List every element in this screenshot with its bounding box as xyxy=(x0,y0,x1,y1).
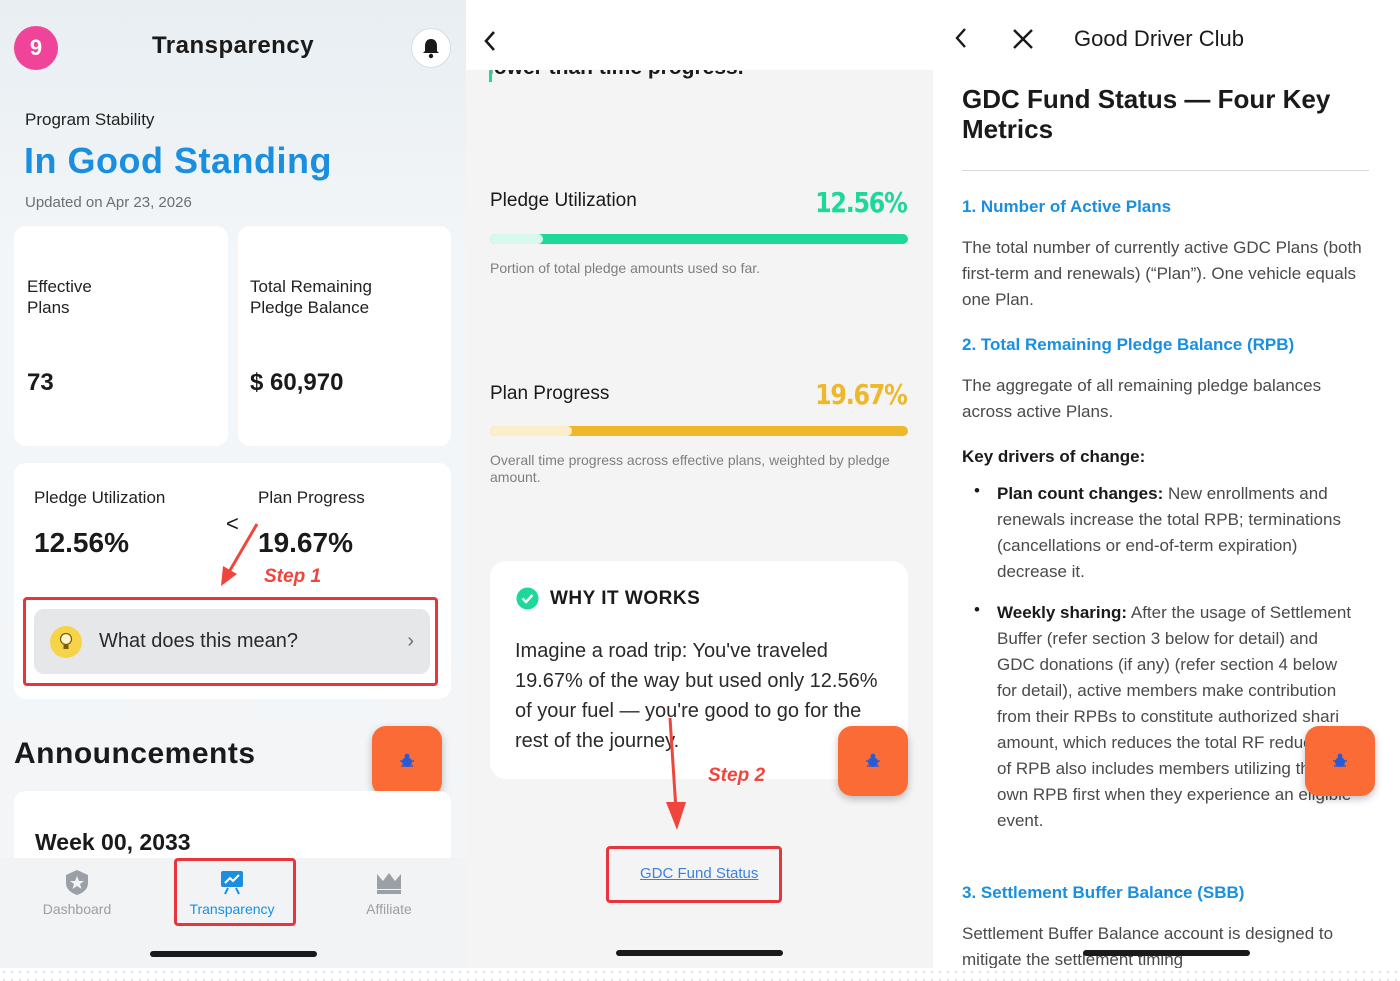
back-button[interactable] xyxy=(482,28,502,56)
standing-status: In Good Standing xyxy=(24,140,332,181)
background-pattern xyxy=(0,968,1400,981)
support-fab-button[interactable] xyxy=(1305,726,1375,796)
page-header: Good Driver Club xyxy=(1074,26,1244,51)
remaining-pledge-value: $ 60,970 xyxy=(250,369,344,396)
crown-icon xyxy=(377,873,401,894)
home-indicator xyxy=(1083,950,1250,956)
bug-icon xyxy=(1333,753,1347,767)
progress-bar xyxy=(490,426,908,436)
why-title: WHY IT WORKS xyxy=(550,588,701,609)
utilization-bar-fill xyxy=(490,234,543,244)
section-text: The total number of currently active GDC… xyxy=(962,238,1362,309)
support-fab-button[interactable] xyxy=(372,726,442,796)
transparency-screen: 9 Transparency Program Stability In Good… xyxy=(0,0,466,968)
program-stability-label: Program Stability xyxy=(25,110,155,129)
tab-transparency[interactable]: Transparency xyxy=(180,868,284,917)
bug-icon xyxy=(400,753,414,767)
tab-dashboard[interactable]: Dashboard xyxy=(30,868,124,917)
chevron-left-icon xyxy=(955,28,966,48)
what-does-this-mean-screen: lower than time progress. Pledge Utiliza… xyxy=(466,0,933,968)
lightbulb-icon xyxy=(50,625,82,658)
utilization-title: Pledge Utilization xyxy=(490,190,637,211)
tab-affiliate[interactable]: Affiliate xyxy=(342,868,436,917)
plan-progress-label: Plan Progress xyxy=(258,488,365,507)
bug-icon xyxy=(866,753,880,767)
close-button[interactable] xyxy=(1011,27,1035,51)
bullet-dot: • xyxy=(974,600,980,619)
section-text: Settlement Buffer Balance account is des… xyxy=(962,924,1334,968)
card-label: Total Remaining Pledge Balance xyxy=(250,277,372,317)
divider xyxy=(962,170,1369,171)
why-text: Imagine a road trip: You've traveled 19.… xyxy=(515,640,878,752)
section-title: 2. Total Remaining Pledge Balance (RPB) xyxy=(962,335,1295,354)
progress-bar-fill xyxy=(490,426,573,436)
progress-desc: Overall time progress across effective p… xyxy=(490,452,890,485)
remaining-pledge-card: Total Remaining Pledge Balance $ 60,970 xyxy=(238,226,451,446)
utilization-bar xyxy=(490,234,908,244)
step2-label: Step 2 xyxy=(708,765,766,786)
gdc-fund-status-screen: Good Driver Club GDC Fund Status — Four … xyxy=(933,0,1400,968)
gdc-fund-status-link[interactable]: GDC Fund Status xyxy=(640,865,758,882)
nav-bar xyxy=(466,0,933,70)
pledge-utilization-value: 12.56% xyxy=(34,527,129,558)
progress-title: Plan Progress xyxy=(490,383,610,404)
page-heading: GDC Fund Status — Four Key Metrics xyxy=(962,84,1331,144)
step1-arrow-icon xyxy=(221,523,259,586)
home-indicator xyxy=(616,950,783,956)
chevron-right-icon: › xyxy=(407,630,414,652)
plan-progress-value: 19.67% xyxy=(258,527,353,558)
what-does-this-mean-button[interactable]: What does this mean? › xyxy=(34,609,430,674)
effective-plans-value: 73 xyxy=(27,369,54,396)
effective-plans-card: Effective Plans 73 xyxy=(14,226,228,446)
what-button-label: What does this mean? xyxy=(99,630,298,652)
announcements-heading: Announcements xyxy=(14,737,256,770)
card-label: Effective Plans xyxy=(27,277,92,317)
page-title: Transparency xyxy=(151,32,315,59)
section-title: 3. Settlement Buffer Balance (SBB) xyxy=(962,883,1245,902)
utilization-value: 12.56% xyxy=(815,186,909,219)
drivers-title: Key drivers of change: xyxy=(962,447,1146,466)
updated-date: Updated on Apr 23, 2026 xyxy=(25,194,192,211)
announcement-week: Week 00, 2033 xyxy=(35,829,191,855)
pledge-utilization-label: Pledge Utilization xyxy=(34,488,166,507)
chevron-left-icon xyxy=(484,31,495,51)
step2-arrow-icon xyxy=(666,717,686,830)
bell-icon xyxy=(423,39,439,59)
section-title: 1. Number of Active Plans xyxy=(962,197,1172,216)
bullet-dot: • xyxy=(974,481,980,500)
bullet-item: Plan count changes: New enrollments and … xyxy=(997,484,1341,581)
bullet-item: Weekly sharing: After the usage of Settl… xyxy=(997,603,1352,830)
home-indicator xyxy=(150,951,317,957)
bottom-tab-bar: Dashboard Transparency Affiliate xyxy=(0,858,466,968)
utilization-desc: Portion of total pledge amounts used so … xyxy=(490,260,761,276)
check-circle-icon xyxy=(516,587,539,610)
progress-value: 19.67% xyxy=(815,378,909,411)
presentation-chart-icon xyxy=(221,871,243,895)
back-button[interactable] xyxy=(953,25,973,53)
step1-label: Step 1 xyxy=(264,566,322,587)
support-fab-button[interactable] xyxy=(838,726,908,796)
close-icon xyxy=(1013,29,1033,49)
dashboard-shield-icon xyxy=(66,870,88,895)
section-text: The aggregate of all remaining pledge ba… xyxy=(962,376,1322,421)
notifications-button[interactable] xyxy=(411,28,451,68)
